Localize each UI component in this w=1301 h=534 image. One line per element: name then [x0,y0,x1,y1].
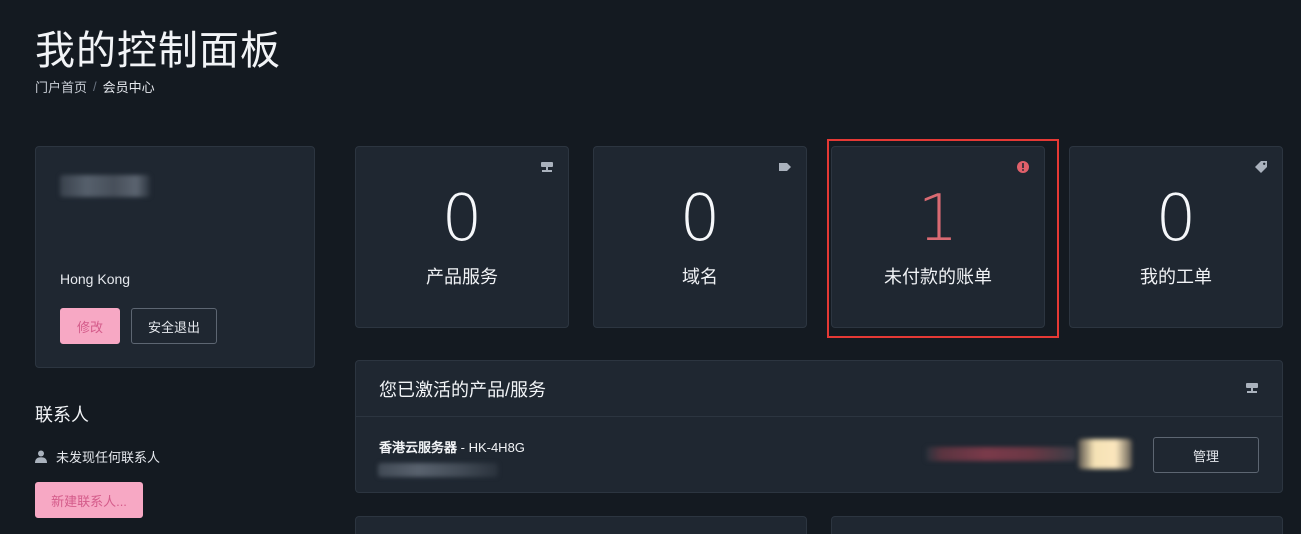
redacted-username [60,175,150,197]
profile-region: Hong Kong [60,271,131,287]
new-contact-button[interactable]: 新建联系人... [35,482,143,518]
list-item[interactable]: 香港云服务器 - HK-4H8G 管理 [356,417,1282,493]
manage-button[interactable]: 管理 [1153,437,1259,473]
stat-card-unpaid-invoices[interactable]: 1 未付款的账单 [831,146,1045,328]
bottom-panel-left [355,516,807,534]
stat-value: 0 [441,182,483,256]
edit-profile-button[interactable]: 修改 [60,308,120,344]
product-name-suffix: - HK-4H8G [457,440,525,455]
stat-label: 未付款的账单 [884,267,992,287]
redacted-ip-address [926,447,1076,461]
logout-button[interactable]: 安全退出 [131,308,217,344]
tag-icon [779,163,791,171]
stat-value: 0 [1155,182,1197,256]
breadcrumb-separator: / [93,79,97,94]
active-products-title: 您已激活的产品/服务 [379,379,547,400]
contacts-empty-state: 未发现任何联系人 [35,447,160,466]
stat-value: 1 [917,182,959,256]
stat-label: 我的工单 [1140,267,1212,287]
product-name-bold: 香港云服务器 [379,440,458,455]
stat-card-domains[interactable]: 0 域名 [593,146,807,328]
redacted-product-detail [378,463,498,477]
contacts-heading: 联系人 [35,405,89,425]
bottom-panel-right [831,516,1283,534]
server-icon [1246,383,1258,393]
server-icon [541,162,553,172]
contacts-empty-text: 未发现任何联系人 [56,450,161,465]
page-title: 我的控制面板 [35,28,281,74]
breadcrumb-current: 会员中心 [102,80,155,95]
redacted-status-badge [1078,439,1132,469]
stat-value: 0 [679,182,721,256]
user-icon [35,450,47,463]
active-products-panel: 您已激活的产品/服务 香港云服务器 - HK-4H8G 管理 [355,360,1283,493]
breadcrumb: 门户首页 / 会员中心 [35,77,155,96]
alert-circle-icon [1017,161,1029,173]
product-name: 香港云服务器 - HK-4H8G [379,437,525,456]
profile-card: Hong Kong 修改 安全退出 [35,146,315,368]
stat-card-tickets[interactable]: 0 我的工单 [1069,146,1283,328]
breadcrumb-home-link[interactable]: 门户首页 [35,77,87,96]
stat-card-products[interactable]: 0 产品服务 [355,146,569,328]
stat-label: 域名 [682,267,718,287]
active-products-header: 您已激活的产品/服务 [356,361,1282,417]
ticket-tag-icon [1255,161,1267,173]
stat-label: 产品服务 [426,267,498,287]
